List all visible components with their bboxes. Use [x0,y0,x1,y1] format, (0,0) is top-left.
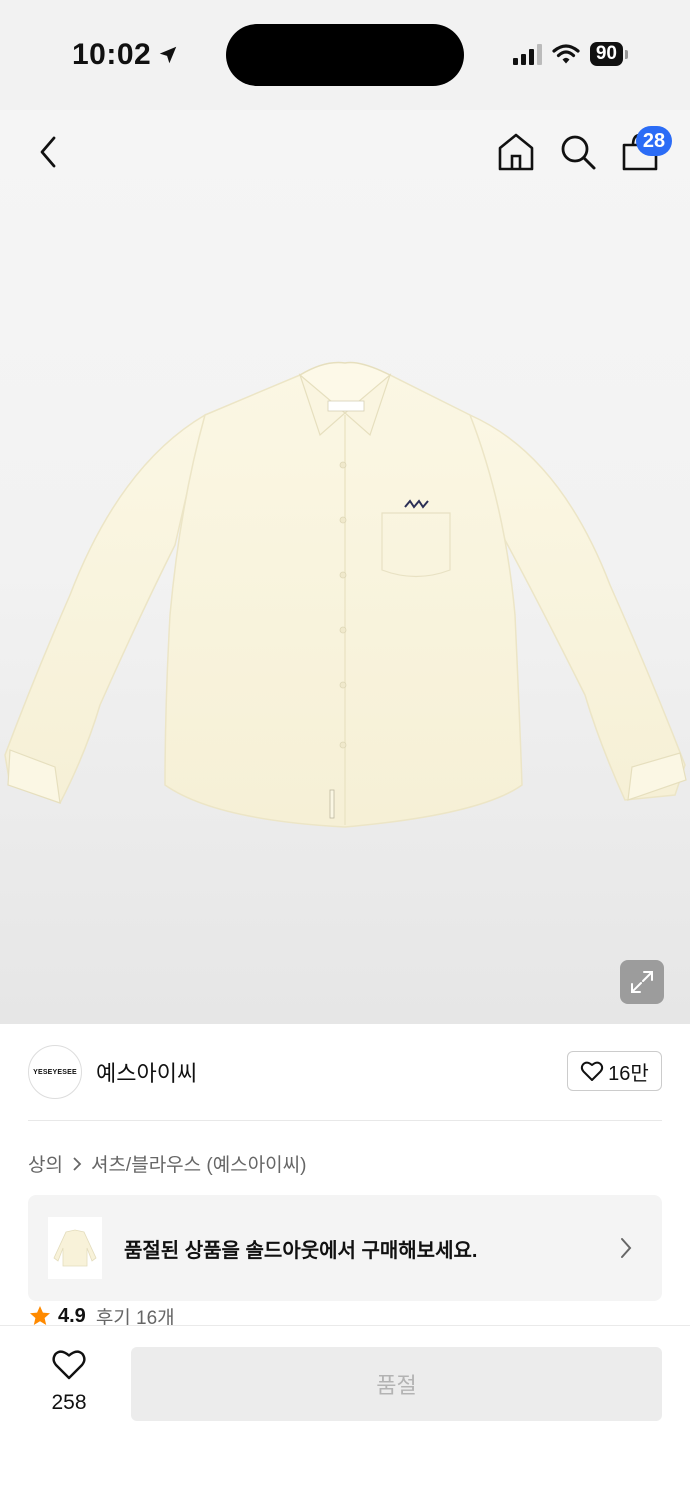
battery-icon: 90 [589,42,628,66]
cart-count-badge: 28 [636,126,672,156]
brand-logo-text: YESEYESEE [33,1068,77,1076]
status-time-text: 10:02 [72,38,152,71]
battery-level: 90 [589,42,623,66]
breadcrumb-item-category[interactable]: 상의 [28,1150,63,1177]
divider [28,1120,662,1121]
chevron-right-icon [621,1238,632,1258]
wifi-icon [552,44,580,64]
cellular-signal-icon [512,43,542,65]
brand-row[interactable]: YESEYESEE 예스아이씨 16만 [28,1044,662,1100]
soldout-button[interactable]: 품절 [131,1347,662,1421]
banner-text: 품절된 상품을 솔드아웃에서 구매해보세요. [124,1239,478,1262]
brand-logo[interactable]: YESEYESEE [28,1045,82,1099]
banner-thumbnail [48,1217,102,1279]
chevron-right-icon [73,1156,82,1171]
brand-like-button[interactable]: 16만 [567,1051,662,1091]
status-indicators: 90 [512,42,628,66]
back-icon[interactable] [30,132,70,172]
wish-count: 258 [51,1391,87,1414]
product-image[interactable] [0,355,690,835]
expand-icon [631,971,653,993]
brand-like-count: 16만 [608,1062,649,1085]
location-arrow-icon [159,46,177,64]
breadcrumb: 상의 셔츠/블라우스 (예스아이씨) [28,1150,306,1177]
home-icon[interactable] [494,130,538,174]
zoom-button[interactable] [620,960,664,1004]
status-time: 10:02 [72,38,179,72]
search-icon[interactable] [556,130,600,174]
brand-name[interactable]: 예스아이씨 [96,1056,197,1088]
heart-icon [52,1350,86,1380]
status-bar: 10:02 90 [0,0,690,110]
bottom-bar: 258 품절 [0,1325,690,1500]
dynamic-island [226,24,464,86]
soldout-banner[interactable]: 품절된 상품을 솔드아웃에서 구매해보세요. [28,1195,662,1301]
wish-button[interactable]: 258 [34,1348,104,1415]
heart-icon [581,1061,604,1081]
top-navigation [0,120,690,184]
breadcrumb-item-subcategory[interactable]: 셔츠/블라우스 (예스아이씨) [91,1150,307,1177]
